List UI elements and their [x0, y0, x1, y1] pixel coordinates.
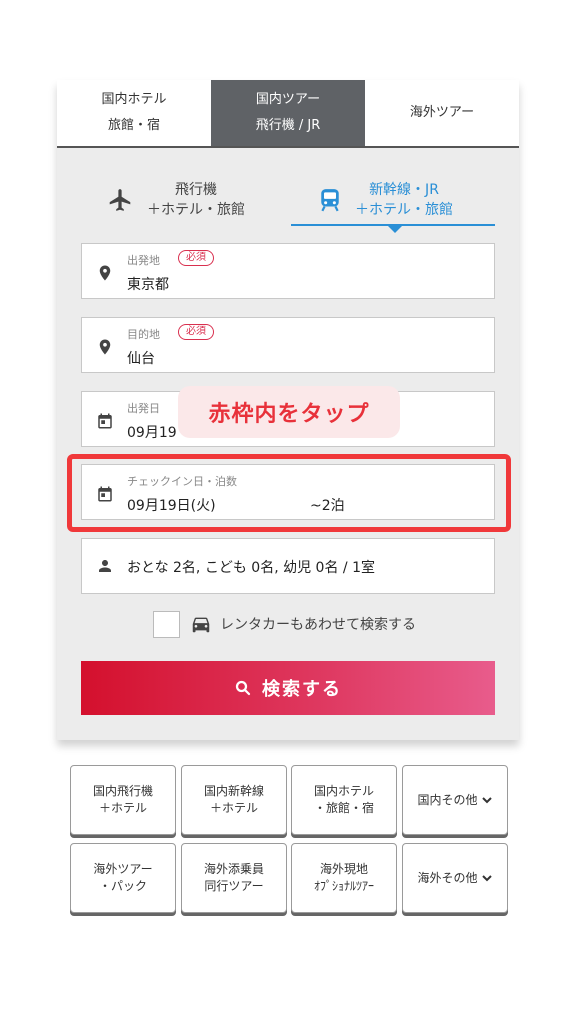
location-pin-icon	[99, 265, 111, 281]
quick-link-label: 国内飛行機	[92, 784, 153, 798]
person-icon	[99, 560, 111, 572]
tab-label: 旅館・宿	[107, 118, 160, 133]
quick-link-label: ＋ホテル	[98, 801, 147, 815]
quick-link-label: ・旅館・宿	[313, 801, 374, 815]
quick-link-overseas-package[interactable]: 海外ツアー ・パック	[70, 843, 176, 913]
passengers-field[interactable]: おとな 2名, こども 0名, 幼児 0名 / 1室	[81, 538, 495, 594]
quick-link-label: 同行ツアー	[204, 879, 264, 893]
train-icon	[321, 189, 339, 212]
rental-car-checkbox[interactable]	[153, 610, 180, 638]
field-label: 出発日	[127, 402, 160, 415]
tab-label: 海外ツアー	[409, 105, 475, 120]
departure-field[interactable]: 出発地 必須 東京都	[81, 243, 495, 299]
quick-link-label: 海外その他	[417, 870, 478, 885]
destination-value: 仙台	[127, 351, 155, 367]
quick-link-label: 海外ツアー	[93, 862, 153, 876]
field-label: 出発地	[127, 254, 160, 267]
search-panel: 国内ホテル 旅館・宿 国内ツアー 飛行機 / JR 海外ツアー 飛行機 ＋ホテル…	[57, 80, 519, 740]
tab-overseas-tour[interactable]: 海外ツアー	[365, 80, 519, 146]
chevron-down-icon	[481, 797, 492, 804]
subtab-active-caret-icon	[388, 226, 402, 233]
search-button[interactable]: 検索する	[81, 661, 495, 715]
departure-value: 東京都	[127, 277, 169, 293]
field-label: 目的地	[127, 328, 160, 341]
quick-link-domestic-shinkansen-hotel[interactable]: 国内新幹線 ＋ホテル	[181, 765, 287, 835]
sub-tabs: 飛行機 ＋ホテル・旅館 新幹線・JR ＋ホテル・旅館	[57, 148, 519, 230]
quick-link-domestic-hotel[interactable]: 国内ホテル・旅館・宿	[291, 765, 397, 835]
tab-label: 飛行機 / JR	[255, 118, 321, 133]
highlight-frame	[67, 454, 511, 532]
departure-date-value: 09月19	[127, 425, 177, 441]
quick-link-label: 国内ホテル	[313, 784, 374, 798]
callout-tap-instruction: 赤枠内をタップ	[178, 386, 400, 438]
quick-link-overseas-escorted[interactable]: 海外添乗員同行ツアー	[181, 843, 287, 913]
subtab-label: ＋ホテル・旅館	[355, 202, 453, 218]
airplane-icon	[109, 189, 131, 211]
required-badge: 必須	[178, 324, 214, 340]
quick-link-overseas-other[interactable]: 海外その他	[402, 843, 508, 913]
passengers-value: おとな 2名, こども 0名, 幼児 0名 / 1室	[127, 560, 375, 576]
quick-link-label: 海外現地	[319, 862, 368, 876]
rental-car-option[interactable]: レンタカーもあわせて検索する	[153, 610, 416, 638]
search-button-label: 検索する	[262, 679, 342, 700]
tab-label: 国内ツアー	[255, 92, 321, 107]
tab-domestic-hotel[interactable]: 国内ホテル 旅館・宿	[57, 80, 211, 146]
subtab-plane-hotel[interactable]: 飛行機 ＋ホテル・旅館	[107, 172, 245, 228]
quick-link-label: ＋ホテル	[209, 801, 258, 815]
quick-link-label: 海外添乗員	[203, 862, 264, 876]
destination-field[interactable]: 目的地 必須 仙台	[81, 317, 495, 373]
subtab-label: 飛行機	[175, 182, 217, 198]
car-icon	[192, 617, 210, 633]
calendar-icon	[98, 413, 112, 429]
subtab-label: 新幹線・JR	[369, 182, 439, 198]
top-tabs: 国内ホテル 旅館・宿 国内ツアー 飛行機 / JR 海外ツアー	[57, 80, 519, 148]
tab-label: 国内ホテル	[101, 92, 167, 107]
quick-link-domestic-flight-hotel[interactable]: 国内飛行機 ＋ホテル	[70, 765, 176, 835]
quick-link-label: 国内その他	[417, 792, 478, 807]
subtab-label: ＋ホテル・旅館	[147, 202, 245, 218]
subtab-shinkansen-hotel[interactable]: 新幹線・JR ＋ホテル・旅館	[319, 172, 453, 228]
tab-domestic-tour[interactable]: 国内ツアー 飛行機 / JR	[211, 80, 365, 146]
chevron-down-icon	[481, 875, 492, 882]
search-icon	[235, 680, 251, 696]
quick-link-label: ｵﾌﾟｼｮﾅﾙﾂｱｰ	[313, 879, 374, 893]
quick-link-label: 国内新幹線	[203, 784, 264, 798]
quick-link-domestic-other[interactable]: 国内その他	[402, 765, 508, 835]
required-badge: 必須	[178, 250, 214, 266]
location-pin-icon	[99, 339, 111, 355]
quick-link-overseas-optional[interactable]: 海外現地 ｵﾌﾟｼｮﾅﾙﾂｱｰ	[291, 843, 397, 913]
rental-car-label: レンタカーもあわせて検索する	[220, 617, 416, 633]
quick-link-label: ・パック	[98, 879, 147, 893]
